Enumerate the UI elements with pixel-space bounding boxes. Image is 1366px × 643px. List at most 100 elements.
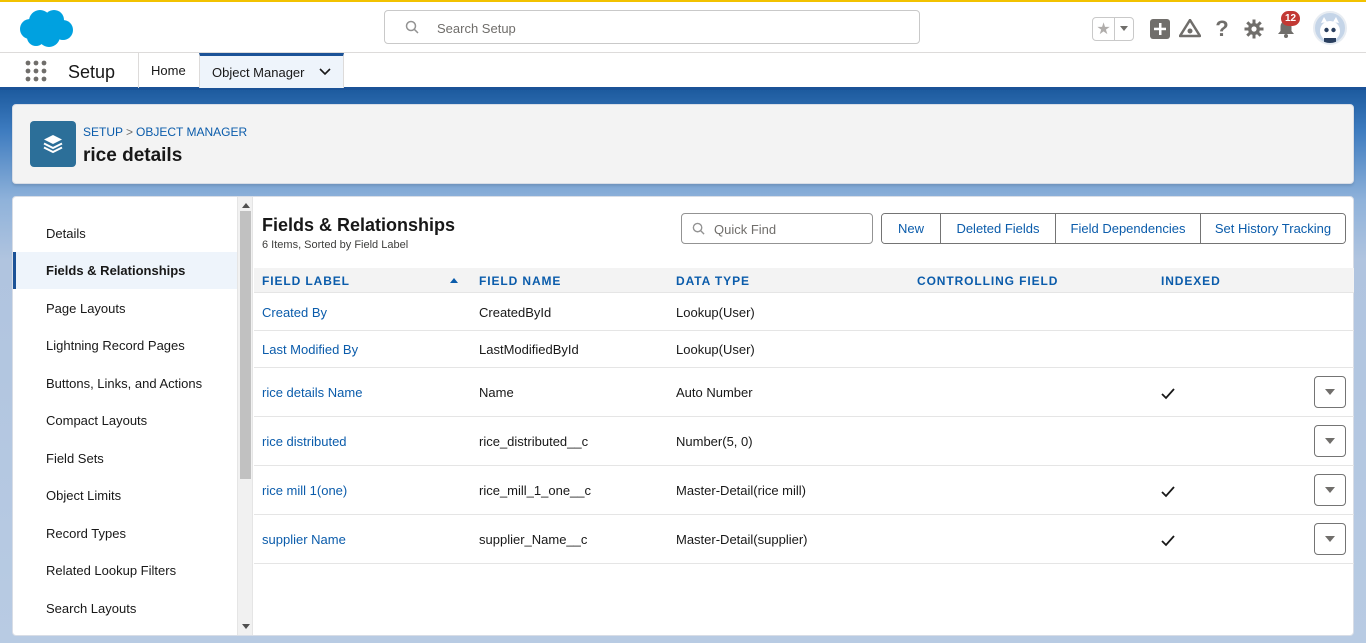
scroll-down-arrow[interactable] xyxy=(242,624,250,629)
field-label-link[interactable]: rice mill 1(one) xyxy=(262,483,347,498)
sidebar-item-search-layouts[interactable]: Search Layouts xyxy=(13,590,237,627)
sidebar-item-page-layouts[interactable]: Page Layouts xyxy=(13,290,237,327)
setup-gear-button[interactable] xyxy=(1242,17,1266,41)
field-label-link[interactable]: Last Modified By xyxy=(262,342,358,357)
breadcrumb: SETUP > OBJECT MANAGER xyxy=(83,125,247,139)
sidebar-item-field-sets[interactable]: Field Sets xyxy=(13,440,237,477)
data-type-cell: Lookup(User) xyxy=(676,342,755,357)
waffle-icon[interactable] xyxy=(24,59,48,83)
search-input[interactable] xyxy=(437,18,897,38)
tab-object-manager-label: Object Manager xyxy=(212,64,305,80)
chevron-down-icon xyxy=(1325,487,1335,493)
tab-home[interactable]: Home xyxy=(138,53,199,88)
page-title: rice details xyxy=(83,145,183,166)
sidebar-scrollbar[interactable] xyxy=(237,197,253,635)
plus-icon xyxy=(1150,19,1170,39)
row-actions-button[interactable] xyxy=(1314,474,1346,506)
sidebar-item-compact-layouts[interactable]: Compact Layouts xyxy=(13,402,237,439)
column-header-field-label[interactable]: FIELD LABEL xyxy=(262,274,350,288)
breadcrumb-setup[interactable]: SETUP xyxy=(83,125,123,139)
object-sidebar: Details Fields & Relationships Page Layo… xyxy=(13,197,237,635)
field-name-cell: LastModifiedById xyxy=(479,342,579,357)
scrollbar-thumb[interactable] xyxy=(240,211,251,479)
table-row: Created By CreatedById Lookup(User) xyxy=(254,294,1354,331)
chevron-down-icon xyxy=(1325,389,1335,395)
column-header-controlling-field[interactable]: CONTROLLING FIELD xyxy=(917,274,1058,288)
checkmark-icon xyxy=(1161,535,1175,547)
search-icon xyxy=(405,20,419,34)
app-nav-bar: Setup Home Object Manager xyxy=(0,53,1366,90)
object-page-header: SETUP > OBJECT MANAGER rice details xyxy=(12,104,1354,184)
breadcrumb-object-manager[interactable]: OBJECT MANAGER xyxy=(136,125,247,139)
main-panel: Details Fields & Relationships Page Layo… xyxy=(12,196,1354,636)
sidebar-item-lightning-record-pages[interactable]: Lightning Record Pages xyxy=(13,327,237,364)
column-header-field-name[interactable]: FIELD NAME xyxy=(479,274,561,288)
data-type-cell: Master-Detail(rice mill) xyxy=(676,483,807,498)
breadcrumb-separator: > xyxy=(126,125,134,139)
item-count-subtitle: 6 Items, Sorted by Field Label xyxy=(262,239,409,251)
set-history-tracking-button[interactable]: Set History Tracking xyxy=(1201,214,1345,243)
help-icon: ? xyxy=(1215,16,1229,41)
data-type-cell: Number(5, 0) xyxy=(676,434,753,449)
sidebar-item-record-types[interactable]: Record Types xyxy=(13,515,237,552)
sidebar-item-object-limits[interactable]: Object Limits xyxy=(13,477,237,514)
row-actions-button[interactable] xyxy=(1314,523,1346,555)
help-button[interactable]: ? xyxy=(1210,16,1234,41)
trailhead-icon xyxy=(1179,19,1201,38)
stack-icon xyxy=(43,135,63,154)
trailhead-button[interactable] xyxy=(1178,17,1202,41)
tab-home-label: Home xyxy=(151,63,186,78)
salesforce-logo[interactable] xyxy=(16,7,74,49)
scroll-up-arrow[interactable] xyxy=(242,203,250,208)
chevron-down-icon xyxy=(1120,26,1128,31)
field-name-cell: rice_mill_1_one__c xyxy=(479,483,592,498)
field-label-link[interactable]: supplier Name xyxy=(262,532,346,547)
new-button[interactable]: New xyxy=(882,214,941,243)
column-header-indexed[interactable]: INDEXED xyxy=(1161,274,1221,288)
field-name-cell: Name xyxy=(479,385,514,400)
fields-content: Fields & Relationships 6 Items, Sorted b… xyxy=(254,197,1354,635)
chevron-down-icon[interactable] xyxy=(318,68,331,76)
checkmark-icon xyxy=(1161,388,1175,400)
star-icon[interactable]: ★ xyxy=(1093,18,1115,40)
row-actions-button[interactable] xyxy=(1314,425,1346,457)
row-actions-button[interactable] xyxy=(1314,376,1346,408)
global-search[interactable] xyxy=(384,10,920,44)
data-type-cell: Auto Number xyxy=(676,385,753,400)
field-name-cell: supplier_Name__c xyxy=(479,532,588,547)
section-title: Fields & Relationships xyxy=(262,215,456,235)
field-name-cell: CreatedById xyxy=(479,305,552,320)
sidebar-item-details[interactable]: Details xyxy=(13,215,237,252)
field-label-link[interactable]: Created By xyxy=(262,305,327,320)
table-row: supplier Name supplier_Name__c Master-Deta… xyxy=(254,515,1354,564)
quick-find-input[interactable] xyxy=(714,220,864,238)
tab-object-manager[interactable]: Object Manager xyxy=(199,53,344,88)
sidebar-item-buttons-links-actions[interactable]: Buttons, Links, and Actions xyxy=(13,365,237,402)
global-actions-button[interactable] xyxy=(1148,17,1172,41)
favorites-control[interactable]: ★ xyxy=(1092,17,1134,41)
field-label-link[interactable]: rice details Name xyxy=(262,385,362,400)
chevron-down-icon xyxy=(1325,438,1335,444)
column-header-data-type[interactable]: DATA TYPE xyxy=(676,274,750,288)
sidebar-item-related-lookup-filters[interactable]: Related Lookup Filters xyxy=(13,552,237,589)
sort-ascending-icon[interactable] xyxy=(450,278,458,283)
sidebar-item-fields-relationships[interactable]: Fields & Relationships xyxy=(13,252,237,289)
field-name-cell: rice_distributed__c xyxy=(479,434,589,449)
gear-icon xyxy=(1244,19,1264,39)
field-label-link[interactable]: rice distributed xyxy=(262,434,347,449)
table-header: FIELD LABEL FIELD NAME DATA TYPE CONTROL… xyxy=(254,268,1354,293)
data-type-cell: Master-Detail(supplier) xyxy=(676,532,808,547)
field-dependencies-button[interactable]: Field Dependencies xyxy=(1056,214,1201,243)
quick-find[interactable] xyxy=(681,213,873,244)
avatar-icon xyxy=(1320,17,1340,43)
table-row: rice distributed rice_distributed__c Numbe… xyxy=(254,417,1354,466)
chevron-down-icon xyxy=(1325,536,1335,542)
notification-count-badge: 12 xyxy=(1281,11,1301,26)
action-button-group: New Deleted Fields Field Dependencies Se… xyxy=(881,213,1346,244)
favorites-dropdown[interactable] xyxy=(1115,18,1133,40)
data-type-cell: Lookup(User) xyxy=(676,305,755,320)
user-avatar[interactable] xyxy=(1313,11,1347,45)
table-row: Last Modified By LastModifiedById Lookup(U… xyxy=(254,331,1354,368)
table-row: rice mill 1(one) rice_mill_1_one__c Master… xyxy=(254,466,1354,515)
deleted-fields-button[interactable]: Deleted Fields xyxy=(941,214,1056,243)
